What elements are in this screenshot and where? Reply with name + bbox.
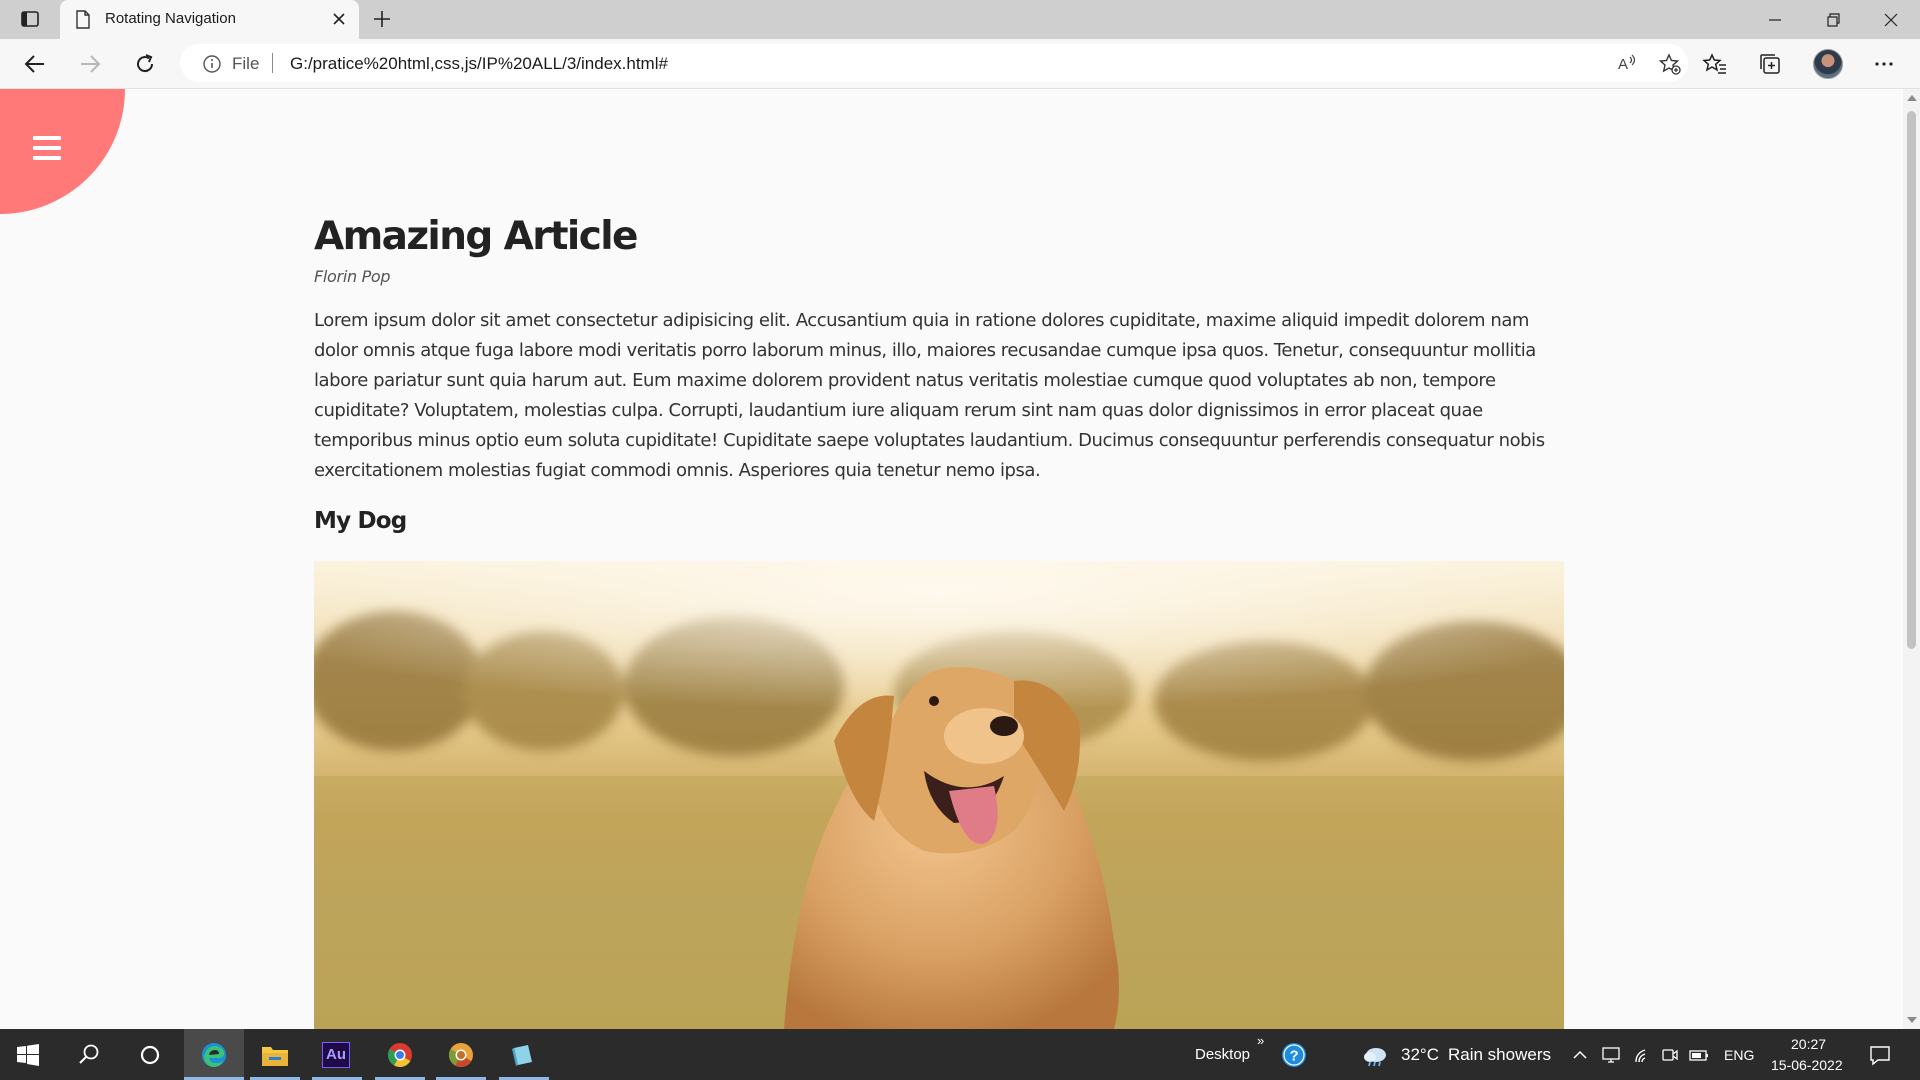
close-window-icon[interactable]: [1879, 8, 1903, 32]
clock-date[interactable]: 15-06-2022: [1771, 1057, 1843, 1073]
collections-icon[interactable]: [1757, 51, 1783, 77]
weather-temperature[interactable]: 32°C: [1401, 1045, 1439, 1065]
network-icon[interactable]: [1601, 1045, 1621, 1065]
windows-taskbar: Au Desktop » ? 32°C Rain showers ENG 20:…: [0, 1029, 1920, 1080]
favorites-icon[interactable]: [1702, 51, 1728, 77]
rotating-nav-circle[interactable]: [0, 89, 125, 214]
refresh-icon[interactable]: [132, 51, 158, 77]
read-aloud-icon[interactable]: A: [1616, 52, 1638, 74]
cortana-icon[interactable]: [137, 1042, 163, 1068]
article-subheading: My Dog: [314, 508, 407, 534]
chevron-up-icon[interactable]: [1572, 1047, 1588, 1063]
chrome-icon[interactable]: [386, 1041, 414, 1069]
desktop-toolbar-label[interactable]: Desktop: [1195, 1046, 1250, 1063]
scroll-down-icon[interactable]: [1907, 1017, 1917, 1023]
help-icon[interactable]: ?: [1281, 1042, 1307, 1068]
plus-icon[interactable]: [372, 9, 392, 29]
browser-tab-bar: Rotating Navigation: [0, 0, 1920, 39]
wifi-icon[interactable]: [1633, 1045, 1653, 1065]
address-separator: [272, 53, 273, 73]
weather-icon[interactable]: [1361, 1042, 1389, 1068]
input-language[interactable]: ENG: [1724, 1047, 1754, 1063]
toolbar-expand-icon[interactable]: »: [1257, 1033, 1264, 1048]
windows-start-icon[interactable]: [17, 1044, 39, 1066]
more-icon[interactable]: [1871, 51, 1897, 77]
browser-toolbar: File G:/pratice%20html,css,js/IP%20ALL/3…: [0, 39, 1920, 89]
dog-photo: [314, 561, 1564, 1029]
back-icon[interactable]: [22, 51, 48, 77]
notification-icon[interactable]: [1869, 1044, 1891, 1066]
weather-description[interactable]: Rain showers: [1448, 1045, 1551, 1065]
file-explorer-icon[interactable]: [261, 1042, 289, 1068]
clock-time[interactable]: 20:27: [1791, 1036, 1826, 1052]
article-body: Lorem ipsum dolor sit amet consectetur a…: [314, 310, 1545, 481]
add-favorite-icon[interactable]: [1658, 52, 1682, 76]
search-icon[interactable]: [76, 1042, 102, 1068]
close-icon[interactable]: [331, 11, 347, 27]
svg-text:A: A: [1618, 56, 1628, 73]
tab-actions-icon[interactable]: [20, 9, 40, 29]
info-icon[interactable]: [202, 54, 222, 74]
active-tab[interactable]: Rotating Navigation: [60, 0, 359, 39]
profile-avatar[interactable]: [1813, 49, 1843, 79]
chrome-canary-icon[interactable]: [447, 1041, 475, 1069]
meet-now-icon[interactable]: [1661, 1046, 1679, 1064]
address-scheme: File: [232, 54, 260, 73]
battery-icon[interactable]: [1689, 1046, 1709, 1064]
scroll-up-icon[interactable]: [1907, 95, 1917, 101]
edge-icon[interactable]: [200, 1041, 228, 1069]
audition-icon[interactable]: Au: [322, 1042, 350, 1068]
scroll-thumb[interactable]: [1907, 111, 1916, 649]
page-scrollbar[interactable]: [1903, 89, 1920, 1029]
minimize-icon[interactable]: [1763, 8, 1787, 32]
article-title: Amazing Article: [314, 214, 638, 259]
tab-title: Rotating Navigation: [105, 10, 236, 27]
forward-icon[interactable]: [77, 51, 103, 77]
address-bar[interactable]: File G:/pratice%20html,css,js/IP%20ALL/3…: [180, 44, 1688, 82]
page-viewport: Amazing Article Florin Pop Lorem ipsum d…: [0, 89, 1903, 1029]
hamburger-icon[interactable]: [33, 136, 61, 160]
svg-text:?: ?: [1290, 1048, 1299, 1065]
notepad-icon[interactable]: [510, 1042, 536, 1068]
address-url[interactable]: G:/pratice%20html,css,js/IP%20ALL/3/inde…: [290, 54, 668, 74]
restore-icon[interactable]: [1821, 8, 1845, 32]
article-author: Florin Pop: [314, 267, 391, 286]
page-icon: [76, 10, 90, 29]
